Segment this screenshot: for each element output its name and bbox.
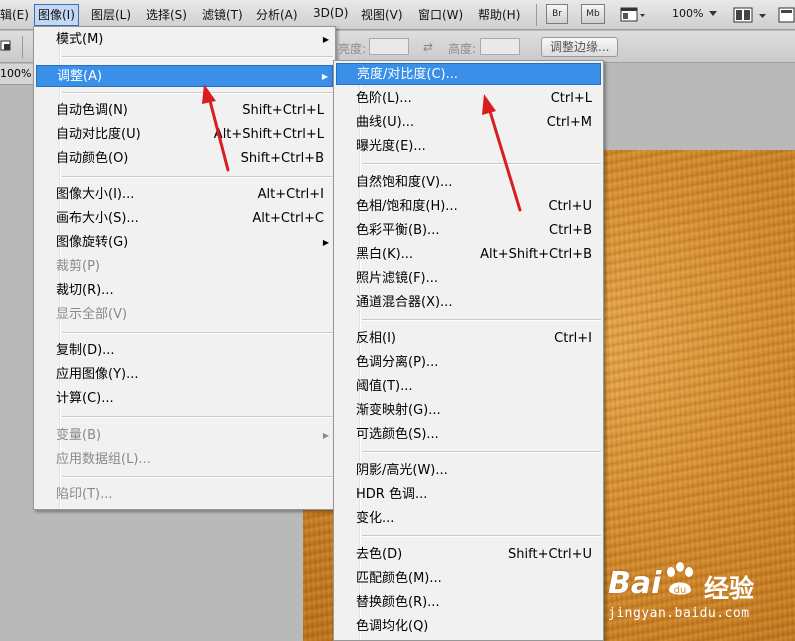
svg-text:du: du <box>674 585 687 596</box>
baidu-brand: Bai <box>608 566 662 601</box>
baidu-jingyan-watermark: Bai du 经验 jingyan.baidu.com <box>608 562 778 626</box>
paw-icon: du <box>667 562 693 596</box>
arrow-to-brightness-contrast <box>482 94 522 212</box>
watermark-url: jingyan.baidu.com <box>608 606 750 621</box>
annotation-arrows <box>202 84 522 212</box>
jingyan-text: 经验 <box>704 574 755 603</box>
arrow-to-adjustments <box>202 84 230 172</box>
